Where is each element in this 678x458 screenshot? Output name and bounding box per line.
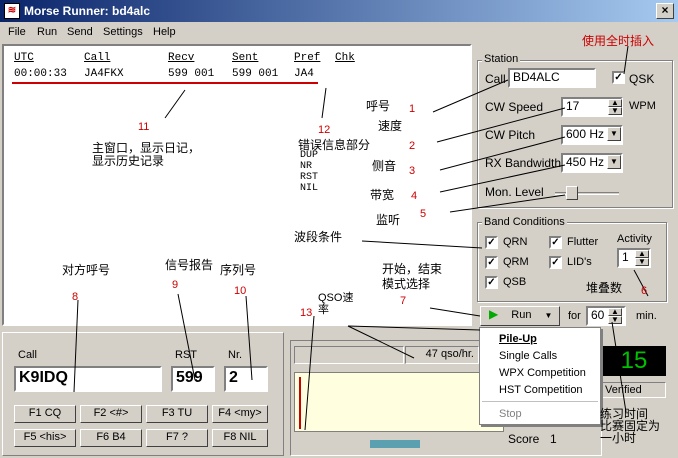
annotation-num-9: 9 xyxy=(172,279,179,291)
annotation-signal-report: 信号报告 xyxy=(165,258,214,272)
annotation-bandwidth: 带宽 xyxy=(370,188,395,202)
annotation-main-window: 主窗口，显示日记， 显示历史记录 xyxy=(92,141,201,168)
annotation-pitch: 侧音 xyxy=(372,159,397,173)
annotation-callsign: 呼号 xyxy=(366,99,391,113)
annotation-activity: 堆叠数 xyxy=(586,281,623,295)
annotation-num-2: 2 xyxy=(409,140,416,152)
annotation-speed: 速度 xyxy=(378,119,403,133)
annotation-qso-rate: QSO速 率 xyxy=(318,292,354,316)
annotation-num-11: 11 xyxy=(138,121,150,133)
annotation-num-1: 1 xyxy=(409,103,416,115)
annotation-qsk: 使用全时插入 xyxy=(582,34,655,48)
annotation-start-stop: 开始，结束 模式选择 xyxy=(382,262,443,291)
annotation-num-6: 6 xyxy=(641,285,648,297)
annotation-num-3: 3 xyxy=(409,165,416,177)
annotation-num-10: 10 xyxy=(234,285,247,297)
annotation-practice-time: 练习时间 比赛固定为 一小时 xyxy=(600,407,661,445)
annotation-num-12: 12 xyxy=(318,124,331,136)
annotation-serial: 序列号 xyxy=(220,263,257,277)
annotation-band-cond: 波段条件 xyxy=(294,230,343,244)
annotation-monitor: 监听 xyxy=(376,213,401,227)
annotation-errors: 错误信息部分 xyxy=(298,138,371,152)
annotation-num-7: 7 xyxy=(400,295,407,307)
annotation-num-13: 13 xyxy=(300,307,313,319)
annotation-num-4: 4 xyxy=(411,190,418,202)
annotation-num-8: 8 xyxy=(72,291,79,303)
annotation-their-call: 对方呼号 xyxy=(62,263,111,277)
annotation-num-5: 5 xyxy=(420,208,427,220)
